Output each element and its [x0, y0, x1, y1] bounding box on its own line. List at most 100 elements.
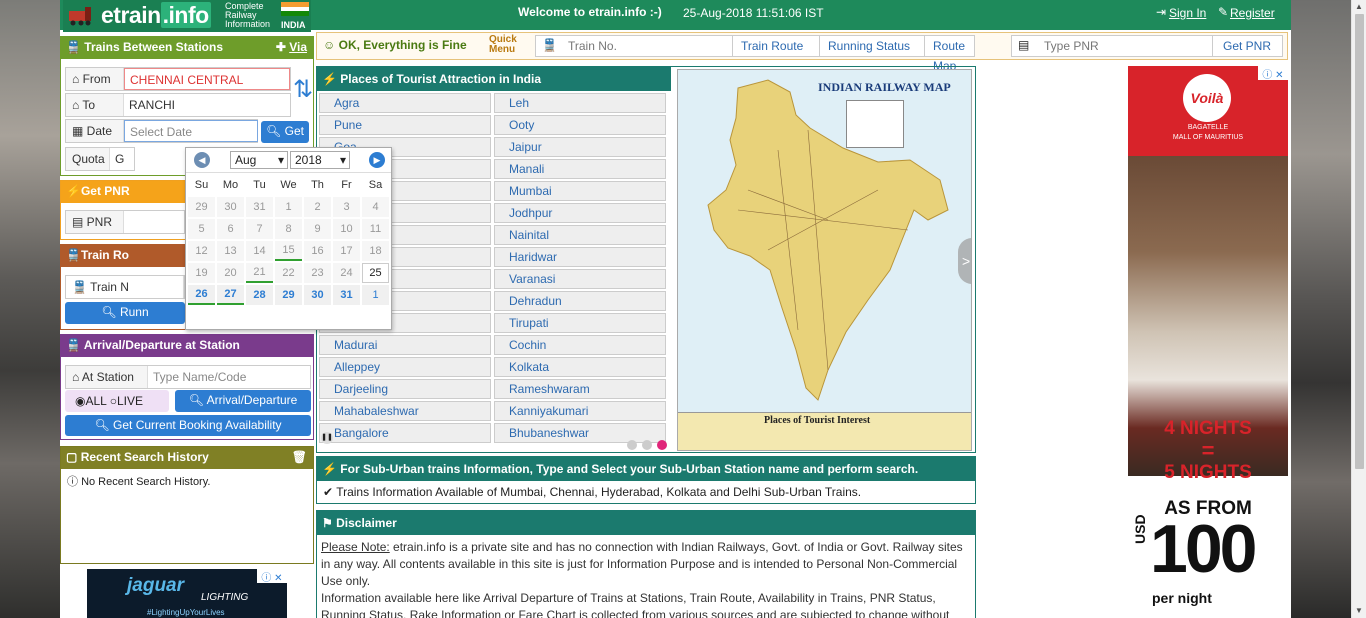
- calendar-day[interactable]: 28: [246, 285, 273, 305]
- attraction-link[interactable]: Nainital: [494, 225, 666, 245]
- calendar-day[interactable]: 31: [333, 285, 360, 305]
- attraction-link[interactable]: Agra: [319, 93, 491, 113]
- train-icon: 🚆: [66, 40, 81, 54]
- attraction-link[interactable]: Leh: [494, 93, 666, 113]
- running-status-link[interactable]: Running Status: [819, 36, 918, 56]
- attraction-link[interactable]: Rameshwaram: [494, 379, 666, 399]
- attraction-link[interactable]: Jaipur: [494, 137, 666, 157]
- train-search-group: 🚆 Train No. Train Route Running Status R…: [535, 35, 975, 73]
- calendar-day: 21: [246, 263, 273, 283]
- pnr-input[interactable]: Type PNR: [1044, 39, 1099, 53]
- india-railway-map[interactable]: INDIAN RAILWAY MAP Places of Tourist Int…: [677, 69, 972, 451]
- attraction-link[interactable]: Kanniyakumari: [494, 401, 666, 421]
- train-no-field[interactable]: 🚆 Train N: [65, 275, 185, 299]
- ad-tag: #LightingUpYourLives: [147, 608, 225, 617]
- ad-choices-icon[interactable]: ⓘ ✕: [257, 569, 287, 584]
- calendar-day[interactable]: 30: [304, 285, 331, 305]
- sign-in-link[interactable]: Sign In: [1169, 6, 1206, 20]
- attraction-link[interactable]: Bhubaneshwar: [494, 423, 666, 443]
- route-map-button[interactable]: Route Map: [924, 36, 974, 73]
- calendar-day: 3: [333, 197, 360, 217]
- attraction-link[interactable]: Kolkata: [494, 357, 666, 377]
- attraction-link[interactable]: Cochin: [494, 335, 666, 355]
- hotel-ad[interactable]: Voilà BAGATELLE MALL OF MAURITIUS ⓘ ✕ 4 …: [1128, 66, 1288, 618]
- slider-dot[interactable]: [642, 440, 652, 450]
- attraction-link[interactable]: Manali: [494, 159, 666, 179]
- running-status-button[interactable]: 🔍︎ Runn: [65, 302, 185, 324]
- slider-next-button[interactable]: >: [958, 238, 971, 284]
- date-field[interactable]: ▦ Date Select Date: [65, 119, 258, 143]
- month-select[interactable]: Aug ▾: [230, 151, 288, 169]
- trash-icon[interactable]: 🗑: [292, 450, 307, 464]
- lightning-icon: ⚡: [66, 184, 81, 198]
- register-link[interactable]: Register: [1230, 6, 1275, 20]
- calendar-day[interactable]: 1: [362, 285, 389, 305]
- ad-mall: MALL OF MAURITIUS: [1172, 134, 1244, 141]
- note-label: Please Note:: [321, 540, 390, 554]
- scroll-up-icon[interactable]: ▲: [1355, 2, 1363, 11]
- via-link[interactable]: ✚ Via: [276, 40, 307, 54]
- site-logo[interactable]: etrain.info Complete Railway Information I…: [63, 0, 311, 32]
- calendar-day[interactable]: 29: [275, 285, 302, 305]
- attraction-link[interactable]: Mahabaleshwar: [319, 401, 491, 421]
- quota-select[interactable]: G: [110, 148, 124, 170]
- attraction-link[interactable]: Dehradun: [494, 291, 666, 311]
- train-number-input[interactable]: Train No.: [568, 39, 617, 53]
- attraction-link[interactable]: Mumbai: [494, 181, 666, 201]
- slider-dot-active[interactable]: [657, 440, 667, 450]
- radio-live[interactable]: ○LIVE: [110, 394, 143, 408]
- attraction-link[interactable]: Alleppey: [319, 357, 491, 377]
- calendar-day[interactable]: 27: [217, 285, 244, 305]
- calendar-day: 18: [362, 241, 389, 261]
- at-station-field[interactable]: ⌂ At Station Type Name/Code: [65, 365, 311, 389]
- calendar-day[interactable]: 26: [188, 285, 215, 305]
- register-icon: ✎: [1218, 5, 1229, 19]
- at-station-label: ⌂ At Station: [66, 366, 148, 388]
- train-route-button[interactable]: Train Route: [732, 36, 811, 56]
- pause-icon[interactable]: ❚❚: [321, 432, 333, 444]
- calendar-day: 1: [275, 197, 302, 217]
- quota-field[interactable]: Quota G: [65, 147, 135, 171]
- arrival-departure-button[interactable]: 🔍︎ Arrival/Departure: [175, 390, 311, 412]
- jaguar-ad[interactable]: jaguar LIGHTING #LightingUpYourLives ⓘ ✕: [87, 569, 287, 618]
- scroll-down-icon[interactable]: ▼: [1355, 606, 1363, 615]
- status-message: ☺ OK, Everything is Fine: [323, 38, 467, 52]
- ad-price: 100: [1150, 511, 1257, 587]
- slider-dot[interactable]: [627, 440, 637, 450]
- attraction-link[interactable]: Pune: [319, 115, 491, 135]
- attraction-link[interactable]: Jodhpur: [494, 203, 666, 223]
- get-pnr-button[interactable]: Get PNR: [1212, 36, 1281, 56]
- page-scrollbar[interactable]: ▲ ▼: [1351, 0, 1366, 618]
- pnr-field[interactable]: ▤ PNR: [65, 210, 185, 234]
- scrollbar-thumb[interactable]: [1355, 14, 1364, 469]
- to-input[interactable]: RANCHI: [124, 94, 175, 116]
- prev-month-icon[interactable]: ◀: [194, 152, 210, 168]
- booking-availability-button[interactable]: 🔍︎ Get Current Booking Availability: [65, 415, 311, 436]
- attraction-link[interactable]: Haridwar: [494, 247, 666, 267]
- ad-choices-icon[interactable]: ⓘ ✕: [1258, 66, 1288, 81]
- date-picker[interactable]: ◀ Aug ▾ 2018 ▾ ▶ Su Mo Tu We Th Fr Sa 29 30 31 1 2 3 4…: [185, 147, 392, 330]
- attraction-link[interactable]: Darjeeling: [319, 379, 491, 399]
- tourist-attraction-section: ⚡ Places of Tourist Attraction in India …: [316, 66, 976, 453]
- radio-all[interactable]: ◉ALL: [75, 394, 106, 408]
- next-month-icon[interactable]: ▶: [369, 152, 385, 168]
- date-label: ▦ Date: [66, 120, 124, 142]
- attraction-link[interactable]: Ooty: [494, 115, 666, 135]
- year-select[interactable]: 2018 ▾: [290, 151, 350, 169]
- train-icon: 🚆: [66, 338, 81, 352]
- recent-history-panel: ▢ Recent Search History 🗑 ⓘ No Recent Sea…: [60, 446, 314, 564]
- to-field[interactable]: ⌂ To RANCHI: [65, 93, 291, 117]
- disclaimer-section: ⚑ Disclaimer Please Note: etrain.info is…: [316, 510, 976, 618]
- smile-icon: ☺: [323, 38, 336, 52]
- from-input[interactable]: CHENNAI CENTRAL: [124, 68, 290, 90]
- from-field[interactable]: ⌂ From CHENNAI CENTRAL: [65, 67, 291, 91]
- station-input[interactable]: Type Name/Code: [148, 366, 246, 388]
- page: etrain.info Complete Railway Information I…: [60, 0, 1291, 618]
- attraction-link[interactable]: Varanasi: [494, 269, 666, 289]
- attraction-link[interactable]: Tirupati: [494, 313, 666, 333]
- attraction-link[interactable]: Bangalore: [319, 423, 491, 443]
- date-input[interactable]: Select Date: [124, 120, 258, 142]
- get-trains-button[interactable]: 🔍︎ Get: [261, 121, 309, 143]
- attraction-link[interactable]: Madurai: [319, 335, 491, 355]
- swap-stations-icon[interactable]: ⇅: [293, 75, 313, 104]
